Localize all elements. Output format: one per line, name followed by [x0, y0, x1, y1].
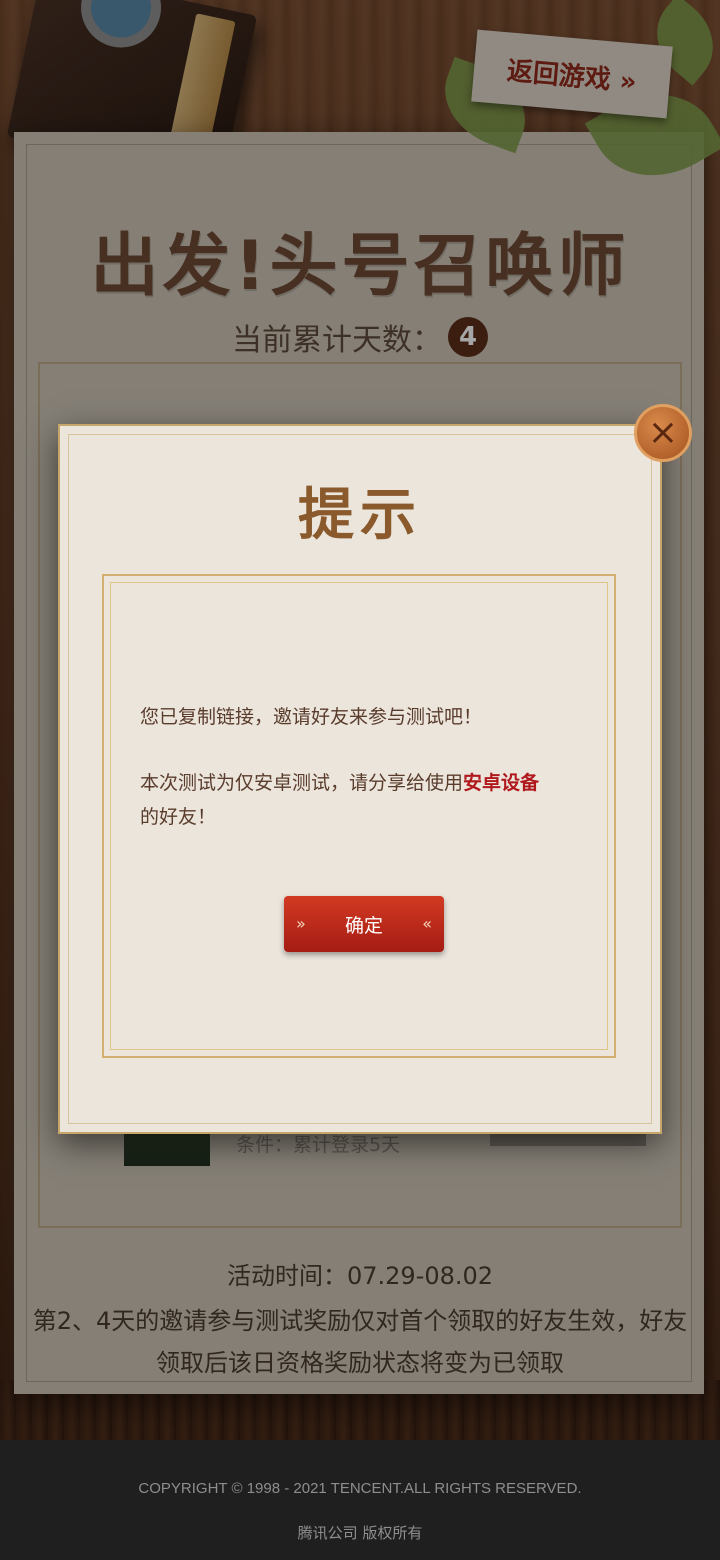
confirm-label: 确定 — [344, 914, 383, 937]
android-device-highlight: 安卓设备 — [463, 772, 540, 794]
close-icon: × — [647, 412, 679, 453]
message-line-2: 本次测试为仅安卓测试，请分享给使用安卓设备的好友！ — [140, 766, 600, 834]
message-line-2-suffix: 的好友！ — [140, 806, 217, 828]
confirm-button[interactable]: » 确定 « — [284, 896, 444, 952]
message-line-1: 您已复制链接，邀请好友来参与测试吧！ — [140, 706, 483, 728]
company-text: 腾讯公司 版权所有 — [297, 1524, 423, 1542]
dialog-title: 提示 — [298, 483, 422, 548]
message-line-2-prefix: 本次测试为仅安卓测试，请分享给使用 — [140, 772, 464, 794]
chevron-right-icon: » — [296, 914, 306, 933]
copyright-text: COPYRIGHT © 1998 - 2021 TENCENT.ALL RIGH… — [138, 1480, 582, 1497]
dialog-message: 您已复制链接，邀请好友来参与测试吧！ 本次测试为仅安卓测试，请分享给使用安卓设备… — [140, 700, 600, 866]
close-button[interactable]: × — [634, 404, 692, 462]
chevron-left-icon: « — [422, 914, 432, 933]
